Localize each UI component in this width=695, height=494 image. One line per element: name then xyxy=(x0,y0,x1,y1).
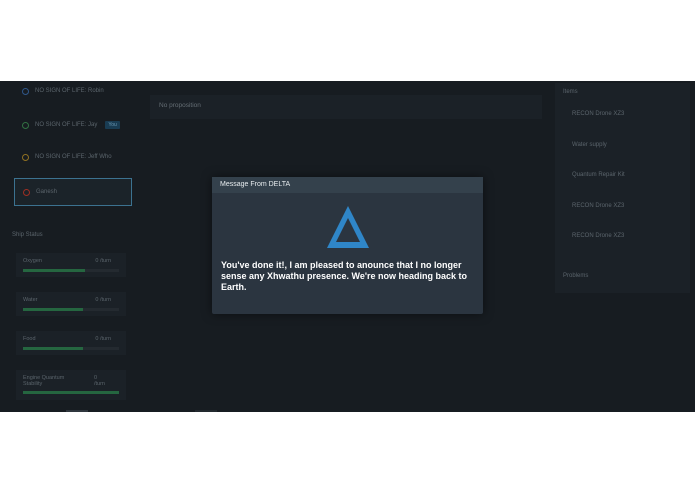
item-2[interactable]: Quantum Repair Kit xyxy=(572,172,625,178)
stat-fill xyxy=(23,269,86,272)
problems-title: Problems xyxy=(563,273,589,279)
stat-name: Food xyxy=(23,336,36,342)
modal-message: You've done it!, I am pleased to anounce… xyxy=(221,260,468,292)
delta-logo-icon xyxy=(327,206,369,248)
stat-name: Oxygen xyxy=(23,258,42,264)
footer-marker xyxy=(66,410,88,412)
item-0[interactable]: RECON Drone XZ3 xyxy=(572,111,624,117)
stat-fill xyxy=(23,391,119,394)
stat-water: Water 0 /turn xyxy=(16,292,126,316)
ship-status-title: Ship Status xyxy=(12,232,43,238)
stat-food: Food 0 /turn xyxy=(16,331,126,355)
crew-label: NO SIGN OF LIFE: Jeff Who xyxy=(35,154,112,160)
stat-engine-quantum-stability: Engine Quantum Stability 0 /turn xyxy=(16,370,126,400)
life-status-icon xyxy=(22,153,29,161)
life-status-icon xyxy=(22,87,29,95)
message-modal: Message From DELTA You've done it!, I am… xyxy=(212,177,483,314)
crew-item-jeff-who[interactable]: NO SIGN OF LIFE: Jeff Who xyxy=(14,144,132,170)
proposition-text: No proposition xyxy=(159,102,201,109)
stat-oxygen: Oxygen 0 /turn xyxy=(16,253,126,277)
crew-item-ganesh[interactable]: Ganesh xyxy=(14,178,132,206)
stat-fill xyxy=(23,347,83,350)
life-status-icon xyxy=(22,121,29,129)
crew-label: NO SIGN OF LIFE: Jay xyxy=(35,122,98,128)
stat-name: Water xyxy=(23,297,38,303)
stat-value: 0 /turn xyxy=(93,375,105,387)
stat-value: 0 /turn xyxy=(95,297,111,303)
crew-label: NO SIGN OF LIFE: Robin xyxy=(35,88,104,94)
stat-fill xyxy=(23,308,83,311)
crew-label: Ganesh xyxy=(36,189,58,195)
stat-value: 0 /turn xyxy=(95,258,111,264)
life-status-icon xyxy=(23,188,30,196)
crew-item-robin[interactable]: NO SIGN OF LIFE: Robin xyxy=(14,81,132,104)
items-panel: Items RECON Drone XZ3 Water supply Quant… xyxy=(555,83,690,293)
footer-marker xyxy=(195,410,217,412)
item-3[interactable]: RECON Drone XZ3 xyxy=(572,203,624,209)
you-badge: You xyxy=(105,121,120,129)
stat-bar xyxy=(23,391,119,394)
stat-bar xyxy=(23,347,119,350)
stat-bar xyxy=(23,308,119,311)
item-1[interactable]: Water supply xyxy=(572,142,607,148)
stat-name: Engine Quantum Stability xyxy=(23,375,65,387)
items-title: Items xyxy=(563,89,578,95)
item-4[interactable]: RECON Drone XZ3 xyxy=(572,233,624,239)
stat-value: 0 /turn xyxy=(95,336,111,342)
crew-item-jay[interactable]: NO SIGN OF LIFE: Jay You xyxy=(14,112,132,138)
modal-title: Message From DELTA xyxy=(212,177,483,193)
proposition-panel: No proposition xyxy=(150,95,542,119)
stat-bar xyxy=(23,269,119,272)
